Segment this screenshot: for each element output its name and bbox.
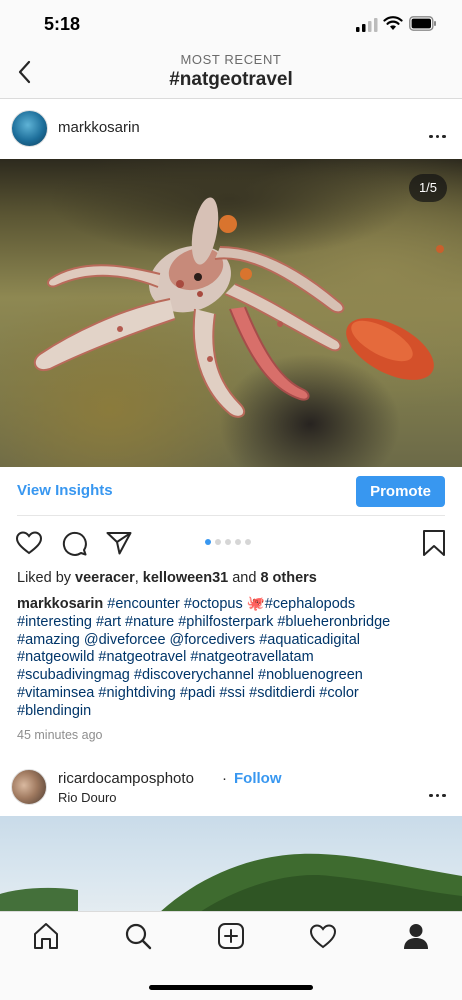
cellular-signal-icon [356, 18, 378, 32]
carousel-dot [225, 539, 231, 545]
page-title: #natgeotravel [169, 69, 293, 90]
likes-and: and [228, 570, 261, 586]
avatar[interactable] [11, 110, 48, 147]
octopus-image [33, 197, 444, 418]
profile-icon[interactable] [401, 921, 431, 951]
status-time: 5:18 [44, 14, 81, 34]
media-counter: 1/5 [409, 174, 447, 202]
post-caption: markkosarin #encounter #octopus 🐙#cephal… [17, 596, 457, 721]
new-post-icon[interactable] [216, 921, 246, 951]
likes-summary: Liked by veeracer, kelloween31 and 8 oth… [17, 570, 317, 586]
comment-icon[interactable] [60, 529, 88, 557]
post-photo[interactable] [0, 159, 462, 467]
post-username[interactable]: ricardocamposphoto [58, 770, 194, 787]
post-timestamp: 45 minutes ago [17, 728, 103, 742]
search-icon[interactable] [123, 921, 153, 951]
carousel-dot [205, 539, 211, 545]
likes-comma: , [134, 570, 143, 586]
follow-button[interactable]: Follow [234, 770, 282, 787]
caption-hashtags[interactable]: #encounter #octopus 🐙#cephalopods [107, 596, 355, 612]
carousel-dot [235, 539, 241, 545]
liker-username[interactable]: kelloween31 [143, 570, 228, 586]
post-photo[interactable] [0, 816, 462, 912]
more-options-icon[interactable] [429, 125, 453, 138]
likes-others-link[interactable]: 8 others [260, 570, 316, 586]
carousel-dot [245, 539, 251, 545]
caption-username[interactable]: markkosarin [17, 596, 103, 612]
caption-hashtags[interactable]: #scubadivingmag #discoverychannel #noblu… [17, 667, 457, 685]
likes-prefix: Liked by [17, 570, 76, 586]
home-icon[interactable] [31, 921, 61, 951]
caption-hashtags[interactable]: #vitaminsea #nightdiving #padi #ssi #sdi… [17, 685, 457, 703]
activity-heart-icon[interactable] [308, 921, 338, 951]
home-indicator [149, 985, 313, 990]
like-heart-icon[interactable] [15, 529, 43, 557]
caption-hashtags[interactable]: #blendingin [17, 703, 457, 721]
wifi-icon [383, 16, 403, 30]
caption-hashtags[interactable]: #interesting #art #nature #philfosterpar… [17, 614, 457, 632]
caption-hashtags[interactable]: #amazing @diveforcee @forcedivers #aquat… [17, 632, 457, 650]
caption-hashtags[interactable]: #natgeowild #natgeotravel #natgeotravell… [17, 649, 457, 667]
carousel-dot [215, 539, 221, 545]
liker-username[interactable]: veeracer [75, 570, 135, 586]
avatar[interactable] [11, 769, 47, 805]
post-username[interactable]: markkosarin [58, 119, 140, 136]
bookmark-save-icon[interactable] [420, 529, 448, 557]
header-subtitle: MOST RECENT [180, 52, 282, 67]
view-insights-link[interactable]: View Insights [17, 482, 113, 499]
carousel-indicator [205, 539, 265, 547]
separator-dot: · [222, 770, 227, 787]
share-send-icon[interactable] [105, 529, 133, 557]
landscape-image [0, 853, 462, 912]
battery-icon [409, 16, 436, 31]
more-options-icon[interactable] [429, 784, 453, 797]
post-location[interactable]: Rio Douro [58, 790, 117, 805]
divider [17, 515, 445, 516]
promote-button[interactable]: Promote [356, 476, 445, 507]
